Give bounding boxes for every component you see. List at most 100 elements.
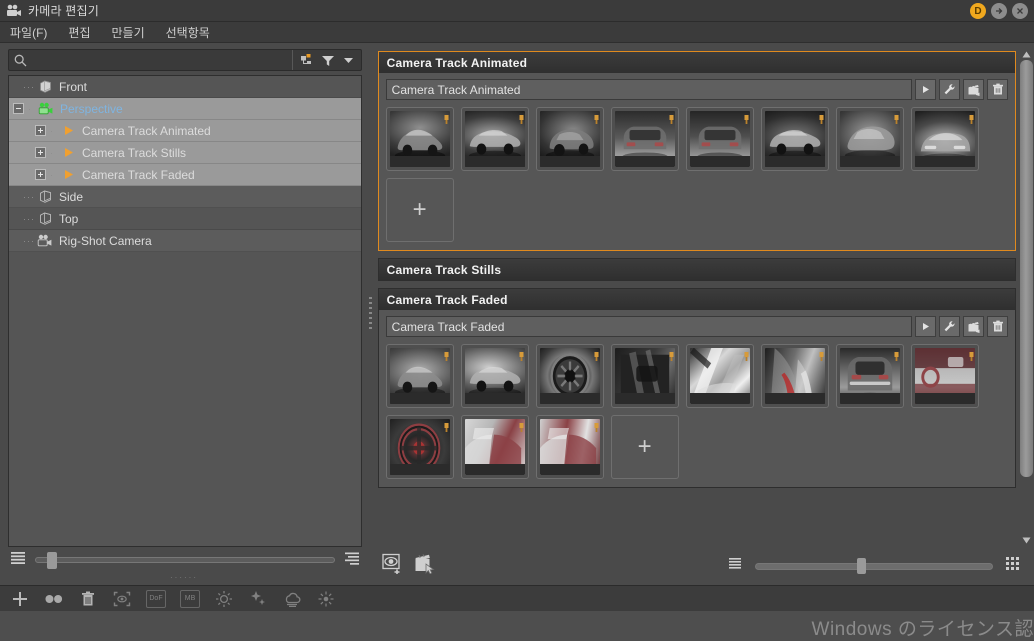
keyframe-key-icon: [818, 348, 825, 361]
shot-thumbnail[interactable]: [910, 344, 979, 408]
track-faded-header[interactable]: Camera Track Faded: [378, 289, 1015, 310]
shot-thumbnail[interactable]: [385, 107, 454, 171]
fog-button[interactable]: [282, 590, 302, 608]
focus-target-button[interactable]: [112, 590, 132, 608]
minimize-to-side-button[interactable]: [991, 3, 1007, 19]
splitter-grip[interactable]: [369, 297, 373, 331]
motion-blur-button[interactable]: MB: [180, 589, 200, 608]
grid-view-icon[interactable]: [1005, 556, 1020, 576]
align-right-lines-icon[interactable]: [343, 550, 360, 570]
shot-preview-image: [764, 111, 825, 167]
shot-thumbnail[interactable]: [610, 344, 679, 408]
play-track-button[interactable]: [915, 316, 936, 337]
glare-button[interactable]: [248, 590, 268, 608]
depth-of-field-button[interactable]: DoF: [146, 589, 166, 608]
shot-thumbnail[interactable]: [685, 107, 754, 171]
shot-preview-image: [614, 111, 675, 167]
delete-button[interactable]: [78, 590, 98, 608]
panel-resize-grip[interactable]: ······: [0, 573, 368, 585]
slider-handle[interactable]: [857, 558, 867, 574]
tree-item-camera-track-faded[interactable]: · Camera Track Faded: [9, 164, 361, 186]
shot-thumbnail[interactable]: [910, 107, 979, 171]
tree-item-side[interactable]: ··· Side: [9, 186, 361, 208]
scroll-down-arrow-icon[interactable]: [1021, 535, 1032, 545]
bloom-button[interactable]: [316, 590, 336, 608]
render-clapper-button[interactable]: [963, 79, 984, 100]
shot-thumbnail[interactable]: [535, 107, 604, 171]
scroll-up-arrow-icon[interactable]: [1021, 49, 1032, 59]
license-badge-button[interactable]: D: [970, 3, 986, 19]
slider-handle[interactable]: [47, 551, 57, 569]
track-editor-panel: Camera Track Animated Camera Track Anima…: [373, 43, 1034, 585]
expand-toggle-icon[interactable]: [35, 125, 46, 136]
shot-thumbnail[interactable]: [385, 415, 454, 479]
menu-file[interactable]: 파일(F): [8, 23, 49, 42]
chevron-down-icon[interactable]: [339, 51, 358, 69]
track-animated-header[interactable]: Camera Track Animated: [378, 52, 1015, 73]
footer-bar: Windows のライセンス認: [0, 611, 1034, 641]
shot-thumbnail[interactable]: [535, 344, 604, 408]
tree-item-label: Front: [59, 79, 88, 94]
thumbnail-size-slider[interactable]: [755, 558, 993, 574]
shot-thumbnail[interactable]: [460, 107, 529, 171]
expand-toggle-icon[interactable]: [35, 169, 46, 180]
shot-thumbnail[interactable]: [835, 344, 904, 408]
collapse-toggle-icon[interactable]: [13, 103, 24, 114]
list-lines-icon[interactable]: [10, 550, 27, 570]
shot-thumbnail[interactable]: [760, 107, 829, 171]
camera-tree[interactable]: ··· Front · Perspective · Camera Track A…: [8, 75, 362, 547]
hierarchy-filter-icon[interactable]: [297, 51, 316, 69]
track-vertical-scrollbar[interactable]: [1019, 47, 1034, 547]
tree-item-top[interactable]: ··· Top: [9, 208, 361, 230]
shot-thumbnail[interactable]: [385, 344, 454, 408]
track-animated-name-row: [385, 79, 1008, 100]
shot-thumbnail[interactable]: [460, 415, 529, 479]
menu-selection[interactable]: 선택항목: [164, 23, 212, 42]
tree-item-front[interactable]: ··· Front: [9, 76, 361, 98]
track-stills-header[interactable]: Camera Track Stills: [378, 259, 1015, 280]
list-view-icon[interactable]: [728, 557, 743, 575]
track-name-input[interactable]: [385, 316, 912, 337]
add-camera-button[interactable]: [10, 590, 30, 608]
two-dots-button[interactable]: [44, 590, 64, 608]
tree-branch-dots: ·: [28, 103, 32, 114]
shot-thumbnail[interactable]: [460, 344, 529, 408]
render-clapper-button[interactable]: [963, 316, 984, 337]
add-shot-tile[interactable]: +: [610, 415, 679, 479]
shot-preview-image: [389, 348, 450, 404]
delete-track-button[interactable]: [987, 316, 1008, 337]
shot-thumbnail[interactable]: [610, 107, 679, 171]
shot-thumbnail[interactable]: [760, 344, 829, 408]
add-shot-tile[interactable]: +: [385, 178, 454, 242]
expand-toggle-icon[interactable]: [35, 147, 46, 158]
tree-zoom-slider[interactable]: [35, 551, 335, 569]
tree-branch-dots: ·: [50, 169, 54, 180]
play-track-button[interactable]: [915, 79, 936, 100]
shot-thumbnail[interactable]: [835, 107, 904, 171]
clapper-cursor-icon[interactable]: [414, 553, 436, 579]
search-input[interactable]: [31, 53, 292, 67]
scrollbar-track[interactable]: [1020, 59, 1033, 535]
shot-preview-image: [614, 348, 675, 404]
tree-item-camera-track-stills[interactable]: · Camera Track Stills: [9, 142, 361, 164]
scrollbar-thumb[interactable]: [1020, 60, 1033, 478]
settings-wrench-button[interactable]: [939, 316, 960, 337]
menu-edit[interactable]: 편집: [66, 23, 92, 42]
scene-tree-panel: ··· Front · Perspective · Camera Track A…: [0, 43, 368, 585]
shot-thumbnail[interactable]: [685, 344, 754, 408]
tree-branch-dots: ·: [50, 125, 54, 136]
close-button[interactable]: [1012, 3, 1028, 19]
track-name-input[interactable]: [385, 79, 912, 100]
eye-plus-icon[interactable]: [382, 553, 404, 579]
funnel-filter-icon[interactable]: [318, 51, 337, 69]
tree-item-rig-shot-camera[interactable]: ··· Rig-Shot Camera: [9, 230, 361, 252]
tree-item-perspective[interactable]: · Perspective: [9, 98, 361, 120]
exposure-button[interactable]: [214, 590, 234, 608]
shot-thumbnail[interactable]: [535, 415, 604, 479]
delete-track-button[interactable]: [987, 79, 1008, 100]
settings-wrench-button[interactable]: [939, 79, 960, 100]
menu-create[interactable]: 만들기: [110, 23, 147, 42]
keyframe-key-icon: [743, 348, 750, 361]
search-bar[interactable]: [8, 49, 362, 71]
tree-item-camera-track-animated[interactable]: · Camera Track Animated: [9, 120, 361, 142]
